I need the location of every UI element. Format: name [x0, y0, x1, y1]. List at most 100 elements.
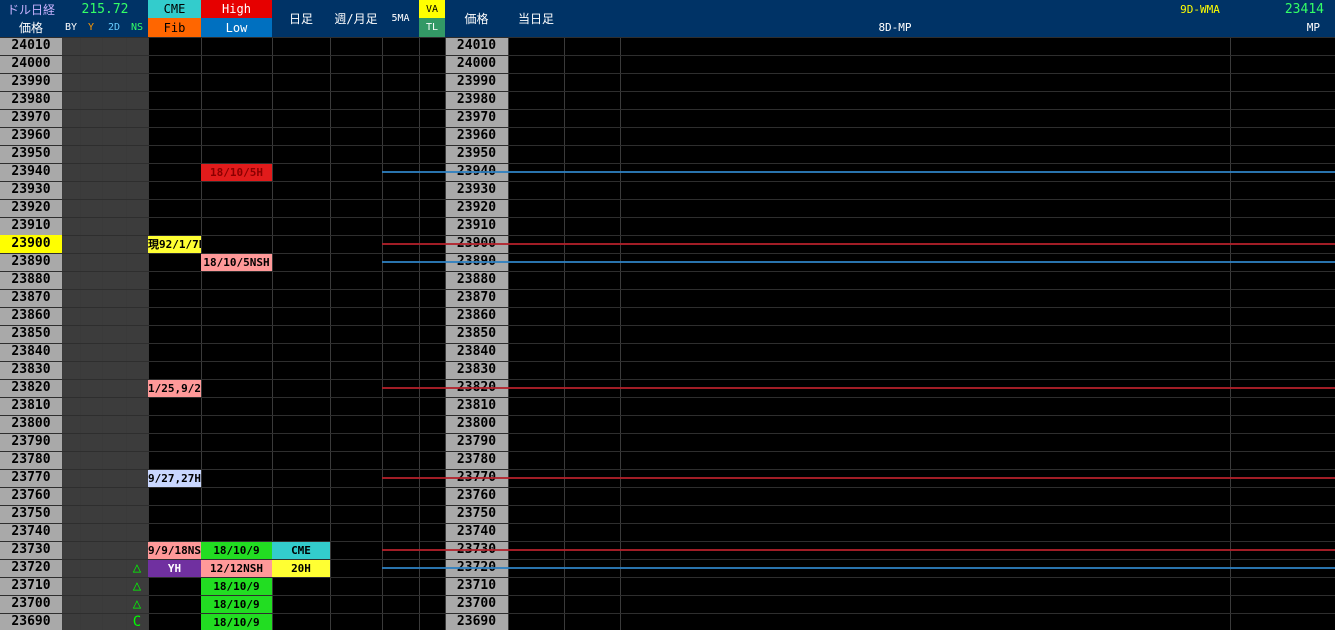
cme-header[interactable]: CME — [148, 0, 201, 18]
price-cell-left[interactable]: 23740 — [0, 523, 62, 541]
mp8d-header: 8D-MP — [878, 21, 912, 34]
price-cell-right[interactable]: 23840 — [445, 343, 508, 361]
ns-label: NS — [130, 22, 144, 33]
price-cell-left[interactable]: 23690 — [0, 613, 62, 630]
price-cell-right[interactable]: 23970 — [445, 109, 508, 127]
grid-hline — [0, 271, 1335, 272]
dollar-nikkei-label: ドル日経 — [6, 2, 55, 17]
ma5-header[interactable]: 5MA — [382, 0, 419, 37]
level-cell-high[interactable]: 18/10/9 — [201, 542, 272, 559]
price-cell-left[interactable]: 23720 — [0, 559, 62, 577]
high-header[interactable]: High — [201, 0, 272, 18]
price-cell-left[interactable]: 23910 — [0, 217, 62, 235]
price-cell-left[interactable]: 23990 — [0, 73, 62, 91]
price-cell-left[interactable]: 23770 — [0, 469, 62, 487]
price-cell-right[interactable]: 24000 — [445, 55, 508, 73]
price-cell-right[interactable]: 23700 — [445, 595, 508, 613]
level-cell-daily[interactable]: CME — [272, 542, 330, 559]
price-cell-left[interactable]: 23840 — [0, 343, 62, 361]
price-cell-left[interactable]: 23730 — [0, 541, 62, 559]
today-header[interactable]: 当日足 — [508, 0, 564, 37]
price-cell-right[interactable]: 23930 — [445, 181, 508, 199]
grid-hline — [0, 145, 1335, 146]
price-cell-left[interactable]: 23820 — [0, 379, 62, 397]
price-cell-left[interactable]: 23980 — [0, 91, 62, 109]
low-header[interactable]: Low — [201, 18, 272, 37]
price-cell-left[interactable]: 24010 — [0, 37, 62, 55]
grid-hline — [0, 361, 1335, 362]
level-cell-cme[interactable]: YH — [148, 560, 201, 577]
price-cell-right[interactable]: 23800 — [445, 415, 508, 433]
price-cell-left[interactable]: 23890 — [0, 253, 62, 271]
price-cell-right[interactable]: 23860 — [445, 307, 508, 325]
price-cell-left[interactable]: 23900 — [0, 235, 62, 253]
price-cell-left[interactable]: 23750 — [0, 505, 62, 523]
price-cell-left[interactable]: 23830 — [0, 361, 62, 379]
grid-hline — [0, 199, 1335, 200]
level-cell-cme[interactable]: 9/27,27H — [148, 470, 201, 487]
level-cell-high[interactable]: 18/10/5H — [201, 164, 272, 181]
price-cell-right[interactable]: 23950 — [445, 145, 508, 163]
price-cell-left[interactable]: 23930 — [0, 181, 62, 199]
price-cell-right[interactable]: 23990 — [445, 73, 508, 91]
price-cell-right[interactable]: 23870 — [445, 289, 508, 307]
grid-hline — [0, 289, 1335, 290]
price-cell-left[interactable]: 24000 — [0, 55, 62, 73]
price-cell-right[interactable]: 23830 — [445, 361, 508, 379]
price-cell-left[interactable]: 23790 — [0, 433, 62, 451]
va-header[interactable]: VA — [419, 0, 445, 18]
level-line — [382, 171, 1335, 173]
price-cell-left[interactable]: 23710 — [0, 577, 62, 595]
price-cell-right[interactable]: 23760 — [445, 487, 508, 505]
price-cell-right[interactable]: 23740 — [445, 523, 508, 541]
grid-hline — [0, 217, 1335, 218]
level-cell-cme[interactable]: 9/9/18NS — [148, 542, 201, 559]
grid-hline — [0, 109, 1335, 110]
price-cell-right[interactable]: 23910 — [445, 217, 508, 235]
level-cell-cme[interactable]: 1/25,9/21H — [148, 380, 201, 397]
level-cell-high[interactable]: 12/12NSH — [201, 560, 272, 577]
price-cell-left[interactable]: 23810 — [0, 397, 62, 415]
level-line — [382, 549, 1335, 551]
level-cell-high[interactable]: 18/10/9 — [201, 578, 272, 595]
price-cell-right[interactable]: 23710 — [445, 577, 508, 595]
price-cell-right[interactable]: 23850 — [445, 325, 508, 343]
price-cell-right[interactable]: 23810 — [445, 397, 508, 415]
price-cell-left[interactable]: 23960 — [0, 127, 62, 145]
price-cell-left[interactable]: 23760 — [0, 487, 62, 505]
price-cell-right[interactable]: 23780 — [445, 451, 508, 469]
price-cell-left[interactable]: 23780 — [0, 451, 62, 469]
price-cell-left[interactable]: 23970 — [0, 109, 62, 127]
level-cell-high[interactable]: 18/10/9 — [201, 614, 272, 630]
twod-label: 2D — [107, 22, 121, 33]
price-cell-right[interactable]: 23790 — [445, 433, 508, 451]
price-cell-right[interactable]: 23960 — [445, 127, 508, 145]
level-cell-daily[interactable]: 20H — [272, 560, 330, 577]
price-cell-right[interactable]: 23750 — [445, 505, 508, 523]
level-cell-high[interactable]: 18/10/5NSH — [201, 254, 272, 271]
weekly-monthly-header[interactable]: 週/月足 — [330, 0, 382, 37]
price-cell-right[interactable]: 23880 — [445, 271, 508, 289]
level-cell-high[interactable]: 18/10/9 — [201, 596, 272, 613]
price-cell-right[interactable]: 23690 — [445, 613, 508, 630]
price-cell-left[interactable]: 23870 — [0, 289, 62, 307]
price-cell-left[interactable]: 23800 — [0, 415, 62, 433]
level-cell-cme[interactable]: 現92/1/7H — [148, 236, 201, 253]
price-cell-left[interactable]: 23880 — [0, 271, 62, 289]
tl-header[interactable]: TL — [419, 18, 445, 37]
price-cell-left[interactable]: 23950 — [0, 145, 62, 163]
price-cell-left[interactable]: 23850 — [0, 325, 62, 343]
c-signal-icon: C — [132, 614, 142, 630]
price-cell-left[interactable]: 23700 — [0, 595, 62, 613]
fib-header[interactable]: Fib — [148, 18, 201, 37]
price-cell-left[interactable]: 23920 — [0, 199, 62, 217]
price-cell-right[interactable]: 24010 — [445, 37, 508, 55]
price-cell-left[interactable]: 23940 — [0, 163, 62, 181]
price-header-left: 価格 — [18, 21, 43, 35]
mp-value: 23414 — [1284, 1, 1324, 17]
price-cell-right[interactable]: 23980 — [445, 91, 508, 109]
triangle-signal-icon: △ — [132, 578, 142, 594]
price-cell-right[interactable]: 23920 — [445, 199, 508, 217]
daily-header[interactable]: 日足 — [272, 0, 330, 37]
price-cell-left[interactable]: 23860 — [0, 307, 62, 325]
